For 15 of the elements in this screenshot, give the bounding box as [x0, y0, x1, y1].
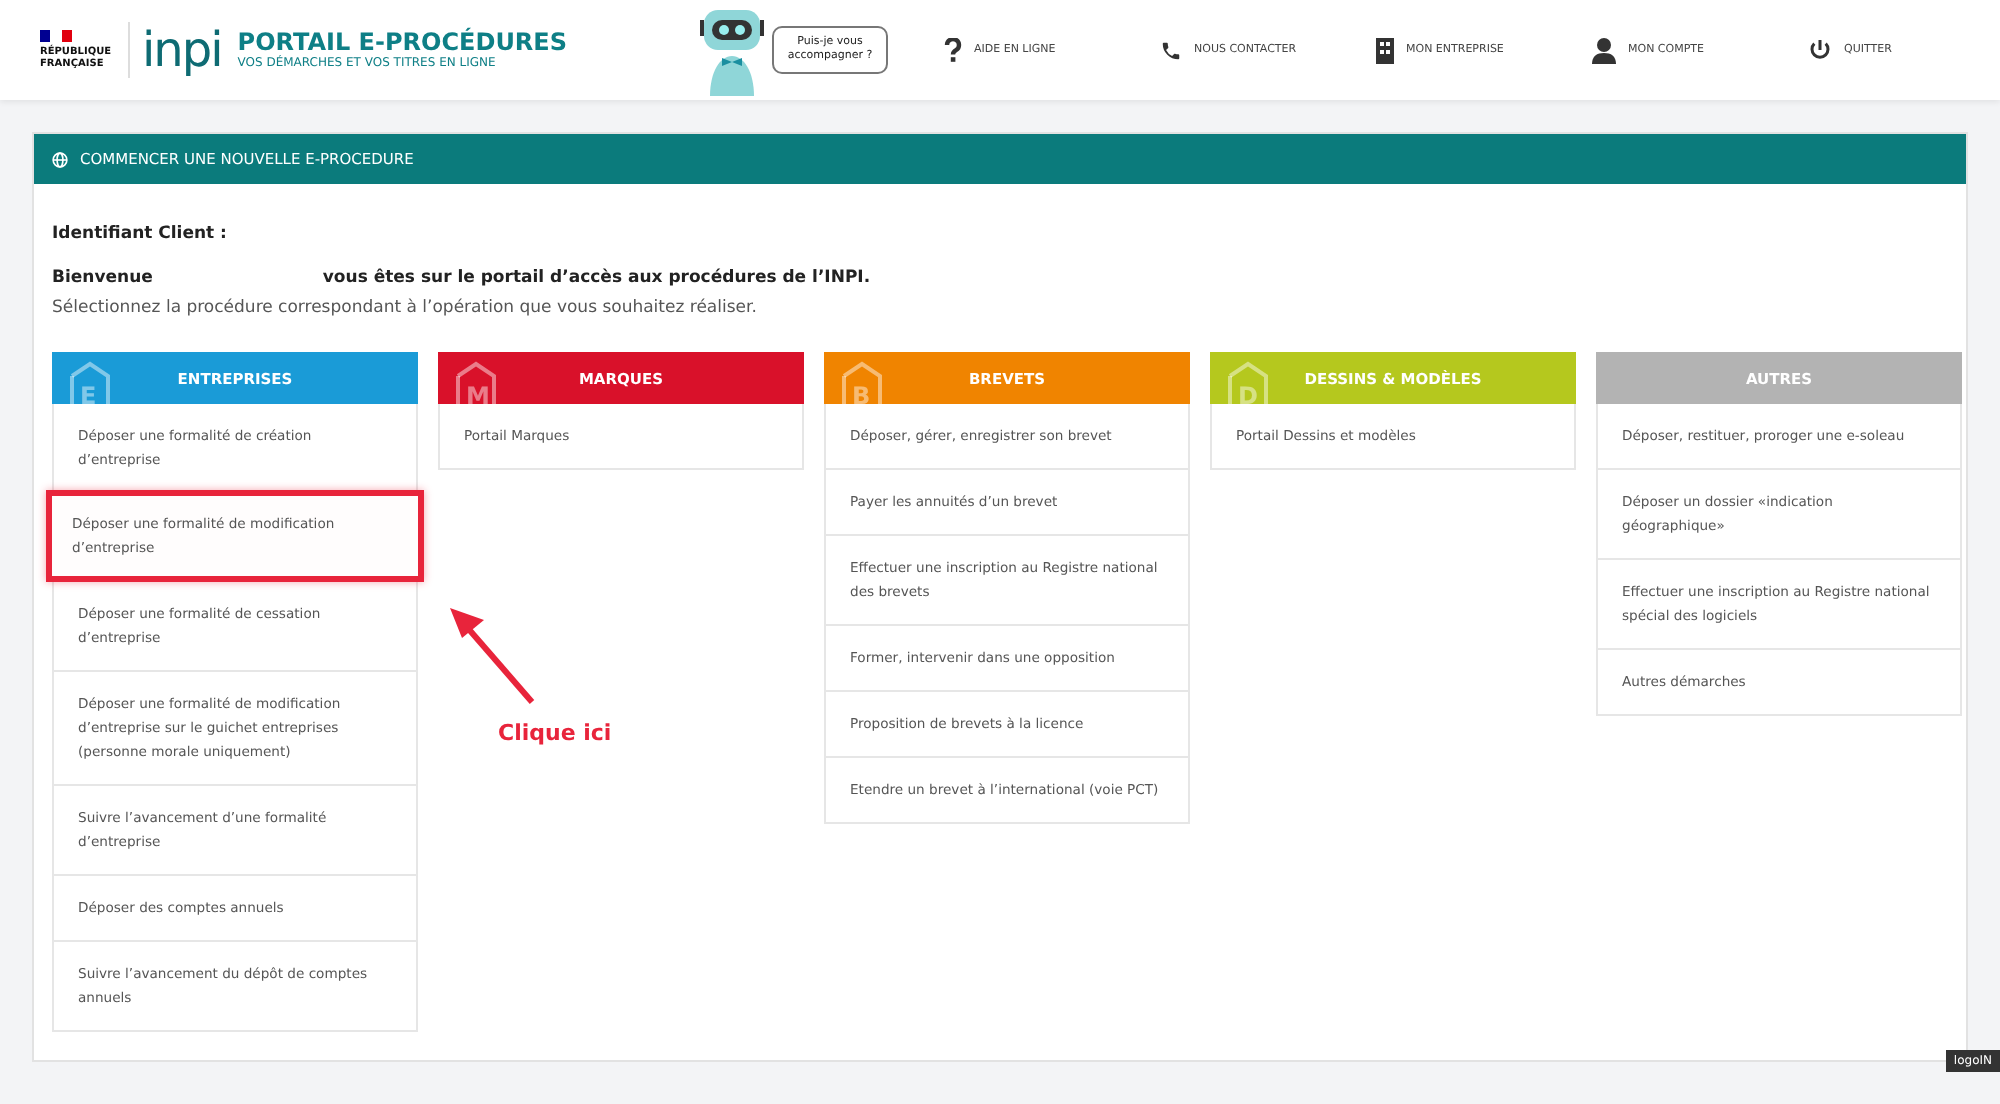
instruction-text: Sélectionnez la procédure correspondant à l’opération que vous souhaitez réaliser.: [52, 298, 759, 318]
client-id-label: Identifiant Client :: [52, 224, 229, 244]
building-icon: [1376, 37, 1394, 63]
phone-icon: [1160, 39, 1182, 61]
globe-icon: [52, 151, 68, 167]
portal-title: PORTAIL E-PROCÉDURES: [237, 30, 568, 56]
question-mark-icon: [944, 38, 962, 62]
robot-icon: [698, 4, 766, 96]
inpi-logo: inpi: [128, 22, 222, 78]
user-icon: [1592, 37, 1616, 63]
welcome-text: Bienvenue: [52, 268, 153, 288]
power-icon: [1808, 38, 1832, 62]
annotation-arrow: [446, 606, 538, 706]
annotation-label: Clique ici: [498, 720, 612, 746]
welcome-message: vous êtes sur le portail d’accès aux procédures de l’INPI.: [322, 268, 871, 288]
